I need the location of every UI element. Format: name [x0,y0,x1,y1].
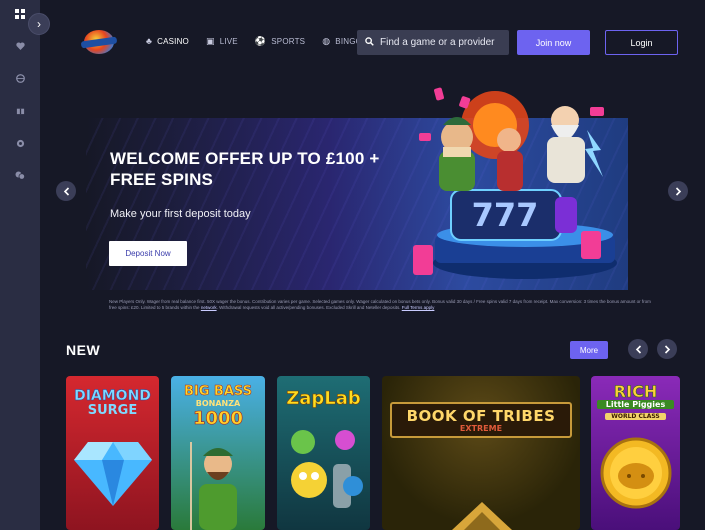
live-icon: ▣ [205,35,215,46]
grid-icon[interactable] [12,6,28,22]
game-title-line3: WORLD CLASS [605,413,666,420]
nav-live-label: LIVE [219,36,238,46]
chevron-right-icon: › [37,17,41,31]
monsters-icon [291,430,363,508]
game-title-line1: BOOK OF TRIBES [406,407,556,425]
full-terms-link[interactable]: Full Terms apply [402,305,435,310]
game-tile-big-bass-bonanza-1000[interactable]: BIG BASS BONANZA 1000 [171,376,265,530]
game-title-line2: SURGE [87,403,138,418]
nav-casino[interactable]: ♣ CASINO [146,33,189,49]
terms-text: New Players Only. Wager from real balanc… [109,299,654,311]
sidebar [0,0,40,530]
chevron-left-icon [63,186,69,196]
reel-sevens: 777 [472,196,539,234]
hero-prev-button[interactable] [56,181,76,201]
game-title-line3: 1000 [192,408,244,430]
chevron-right-icon [675,186,681,196]
gift-icon[interactable] [12,102,28,118]
chevron-left-icon [635,344,641,354]
settings-icon[interactable] [12,135,28,151]
fisherman-icon [190,442,237,530]
hero-illustration: 777 [413,87,617,279]
login-button[interactable]: Login [605,30,678,55]
join-now-button[interactable]: Join now [517,30,590,55]
club-icon: ♣ [146,36,153,46]
game-title-line2: Little Piggies [597,400,674,409]
diamond-icon [74,442,152,506]
carousel-next-button[interactable] [657,339,677,359]
game-tile-diamond-surge[interactable]: DIAMOND SURGE [66,376,159,530]
nav-casino-label: CASINO [157,36,189,46]
football-icon: ⚽ [254,35,267,46]
golden-book-icon [452,502,512,530]
game-title-line1: RICH [613,382,658,402]
carousel-prev-button[interactable] [628,339,648,359]
bingo-ball-icon: ◍ [322,35,331,46]
nav-sports-label: SPORTS [271,36,306,46]
gold-coin-pig-icon [600,437,672,509]
game-title-line2: BONANZA [195,399,241,408]
game-title-line1: DIAMOND [74,388,151,404]
game-tile-rich-little-piggies[interactable]: RICH Little Piggies WORLD CLASS [591,376,680,530]
game-title-line1: ZapLab [286,388,361,410]
terms-body-2: . Withdrawal requests void all active/pe… [216,305,401,310]
game-title-line1: BIG BASS [183,384,253,400]
new-section-title: NEW [66,342,101,358]
deposit-now-button[interactable]: Deposit Now [109,241,187,266]
game-tile-book-of-tribes-extreme[interactable]: BOOK OF TRIBES EXTREME [382,376,580,530]
sidebar-toggle-button[interactable]: › [28,13,50,35]
site-logo[interactable] [80,30,118,54]
main-nav: ♣ CASINO ▣ LIVE ⚽ SPORTS ◍ BINGO [146,33,362,49]
search-icon [365,36,374,49]
more-button[interactable]: More [570,341,608,359]
search-box[interactable] [357,30,509,55]
globe-icon[interactable] [12,70,28,86]
chat-icon[interactable] [12,167,28,183]
hero-subtitle: Make your first deposit today [110,208,251,220]
nav-live[interactable]: ▣ LIVE [206,33,238,49]
heart-icon[interactable] [12,38,28,54]
chevron-right-icon [664,344,670,354]
terms-network-link[interactable]: network [201,305,217,310]
game-tile-zaplab[interactable]: ZapLab [277,376,370,530]
hero-title: WELCOME OFFER UP TO £100 + FREE SPINS [110,149,380,189]
game-title-line2: EXTREME [459,424,503,433]
search-input[interactable] [380,37,505,48]
hero-next-button[interactable] [668,181,688,201]
nav-sports[interactable]: ⚽ SPORTS [255,33,305,49]
